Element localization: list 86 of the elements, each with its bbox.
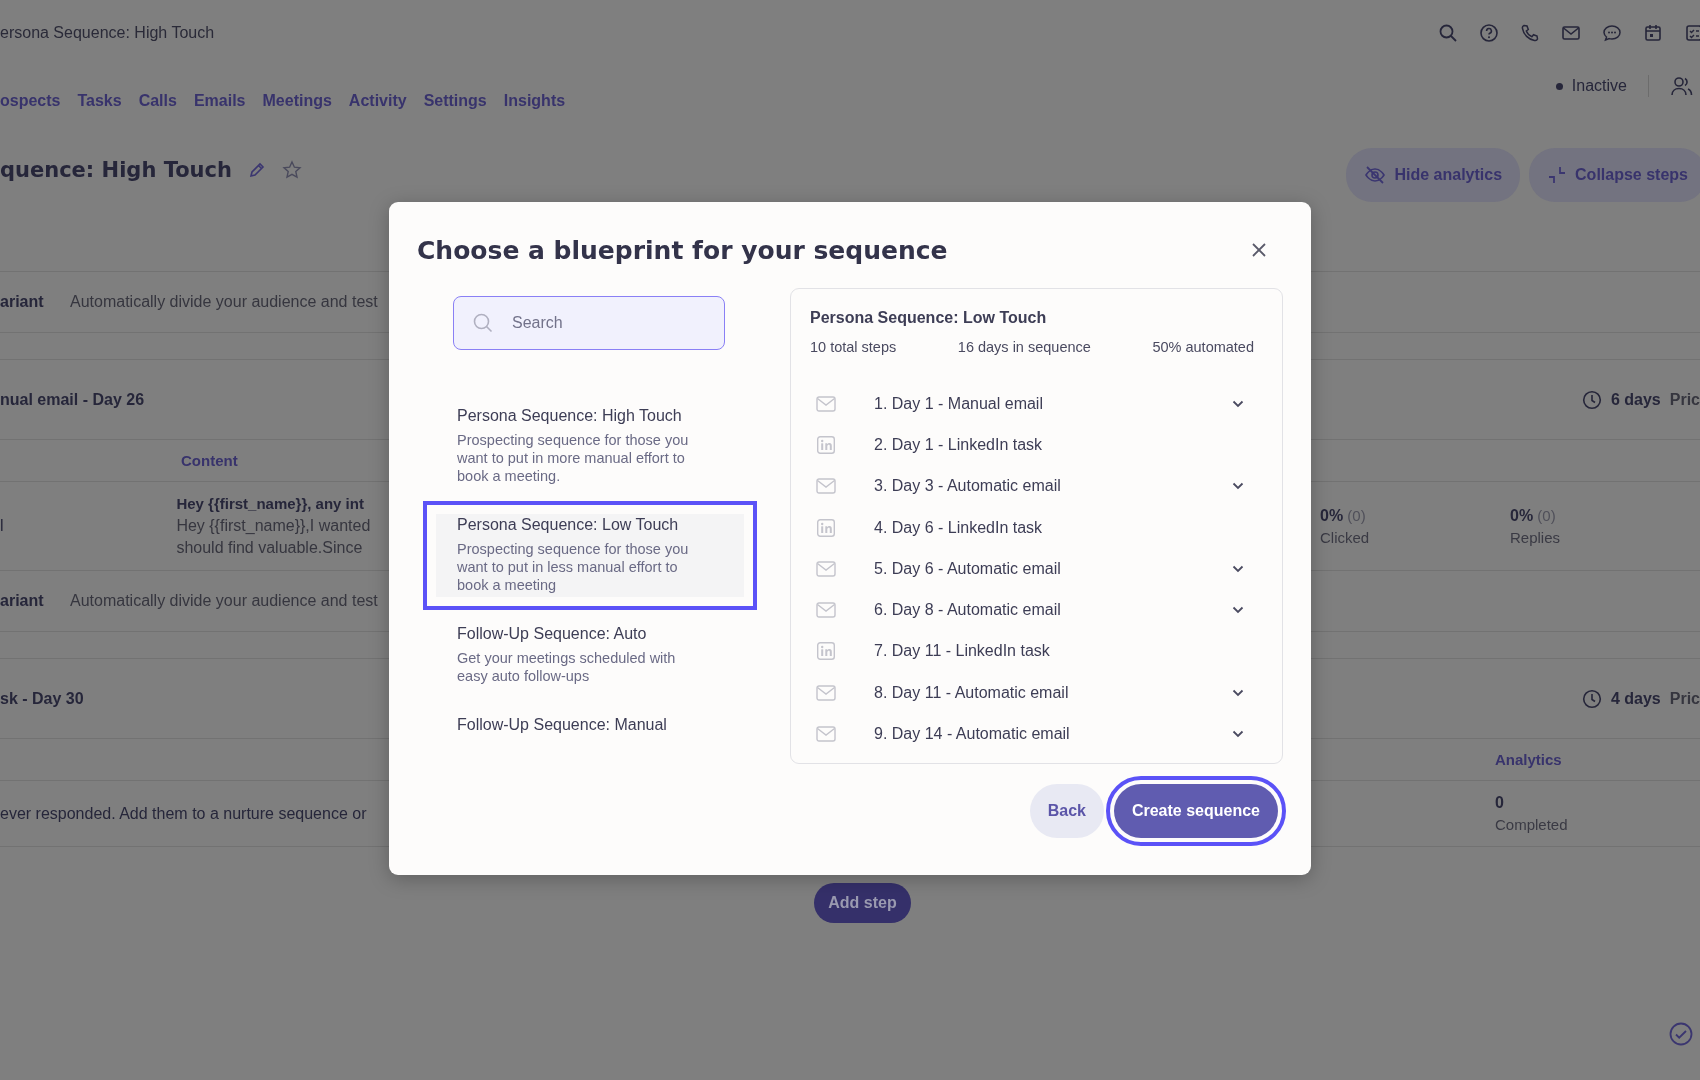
- table-cell-text: l: [0, 517, 5, 535]
- collapse-icon: [1547, 165, 1568, 185]
- square-logo-icon: [816, 435, 836, 454]
- envelope-icon: [816, 478, 836, 495]
- calendar-icon[interactable]: [1643, 22, 1663, 43]
- help-icon[interactable]: [1479, 22, 1499, 43]
- add-step-button[interactable]: Add step: [814, 883, 911, 923]
- dialog-title: Choose a blueprint for your sequence: [417, 235, 948, 265]
- envelope-icon: [816, 602, 836, 619]
- hide-analytics-button[interactable]: Hide analytics: [1346, 148, 1521, 202]
- star-icon[interactable]: [281, 160, 302, 180]
- stat-label: Replies: [1510, 528, 1562, 546]
- checklist-icon[interactable]: [1684, 22, 1700, 43]
- sequence-stat: 10 total steps: [810, 339, 897, 355]
- phone-icon[interactable]: [1520, 22, 1540, 43]
- step-label: 8. Day 11 - Automatic email: [874, 683, 1070, 702]
- column-header: Content: [181, 452, 238, 469]
- step-delay: 6 days: [1610, 390, 1661, 409]
- chevron-down-icon[interactable]: [1232, 564, 1244, 573]
- envelope-icon: [816, 395, 836, 412]
- nav-tab[interactable]: Tasks: [77, 92, 122, 110]
- chat-icon[interactable]: [1602, 22, 1622, 43]
- blueprint-option[interactable]: Persona Sequence: High Touch Prospecting sequence for those you want to put in more manual effort to book a meeting.: [423, 392, 757, 501]
- nav-tab[interactable]: Meetings: [262, 92, 332, 110]
- nav-tab[interactable]: ospects: [0, 92, 61, 110]
- blueprint-option[interactable]: Follow-Up Sequence: Manual: [423, 701, 757, 750]
- sequence-title: quence: High Touch: [0, 158, 232, 182]
- step-description: ever responded. Add them to a nurture sequence or: [0, 804, 367, 823]
- step-title: nual email - Day 26: [0, 390, 145, 409]
- variant-description: Automatically divide your audience and test: [70, 592, 378, 610]
- clock-icon: [1581, 688, 1602, 709]
- search-icon[interactable]: [1438, 22, 1458, 43]
- close-icon[interactable]: [1250, 241, 1268, 259]
- email-subject: Hey {{first_name}}, any int: [176, 494, 365, 514]
- nav-tab[interactable]: Insights: [503, 92, 566, 110]
- stat-label: Completed: [1495, 816, 1569, 833]
- eye-slash-icon: [1364, 165, 1387, 185]
- stat-value: 0%: [1510, 506, 1534, 524]
- step-delay: 4 days: [1610, 689, 1661, 708]
- nav-tab[interactable]: Activity: [348, 92, 407, 110]
- chevron-down-icon[interactable]: [1232, 399, 1244, 408]
- page-title: ersona Sequence: High Touch: [0, 23, 215, 42]
- envelope-icon: [816, 560, 836, 577]
- variant-description: Automatically divide your audience and test: [70, 293, 378, 311]
- sequence-stat: 16 days in sequence: [957, 339, 1091, 355]
- back-button[interactable]: Back: [1029, 784, 1104, 838]
- step-label: 6. Day 8 - Automatic email: [874, 601, 1062, 620]
- step-title: sk - Day 30: [0, 689, 84, 708]
- sequence-stat: 50% automated: [1152, 339, 1254, 355]
- chevron-down-icon[interactable]: [1232, 688, 1244, 697]
- step-label: 2. Day 1 - LinkedIn task: [874, 435, 1044, 454]
- stat-value: 0%: [1320, 506, 1344, 524]
- nav-tab[interactable]: Emails: [193, 92, 246, 110]
- square-logo-icon: [816, 518, 836, 537]
- preview-title: Persona Sequence: Low Touch: [810, 309, 1048, 327]
- step-label: 9. Day 14 - Automatic email: [874, 725, 1071, 743]
- stat-value: 0: [1495, 794, 1505, 812]
- nav-tab[interactable]: Calls: [138, 92, 177, 110]
- search-field[interactable]: Search: [453, 296, 725, 350]
- step-label: 4. Day 6 - LinkedIn task: [874, 518, 1044, 537]
- nav-tab[interactable]: Settings: [423, 92, 487, 110]
- collapse-steps-button[interactable]: Collapse steps: [1529, 148, 1700, 202]
- check-circle-icon[interactable]: [1669, 1022, 1693, 1046]
- step-info: Pric: [1669, 390, 1700, 409]
- status-dot: [1555, 82, 1563, 90]
- step-label: 7. Day 11 - LinkedIn task: [874, 642, 1051, 661]
- blueprint-option[interactable]: Persona Sequence: Low Touch Prospecting sequence for those you want to put in less manual effort to book a meeting: [423, 501, 757, 610]
- column-header: Analytics: [1495, 751, 1562, 768]
- step-info: Pric: [1669, 689, 1700, 708]
- square-logo-icon: [816, 642, 836, 661]
- status-label: Inactive: [1571, 77, 1627, 95]
- email-preview: should find valuable.Since: [176, 538, 364, 558]
- chevron-down-icon[interactable]: [1232, 482, 1244, 491]
- chevron-down-icon[interactable]: [1232, 606, 1244, 615]
- people-icon[interactable]: [1670, 75, 1694, 97]
- chevron-down-icon[interactable]: [1232, 730, 1244, 738]
- pencil-icon[interactable]: [247, 161, 266, 179]
- step-label: 1. Day 1 - Manual email: [874, 394, 1044, 413]
- email-preview: Hey {{first_name}},I wanted: [176, 516, 372, 536]
- step-label: 5. Day 6 - Automatic email: [874, 559, 1062, 578]
- envelope-icon: [816, 726, 836, 742]
- step-label: 3. Day 3 - Automatic email: [874, 477, 1062, 496]
- envelope-icon: [816, 684, 836, 701]
- clock-icon: [1581, 389, 1602, 410]
- stat-label: Clicked: [1320, 528, 1371, 546]
- blueprint-option[interactable]: Follow-Up Sequence: Auto Get your meetings scheduled with easy auto follow-ups: [423, 610, 757, 701]
